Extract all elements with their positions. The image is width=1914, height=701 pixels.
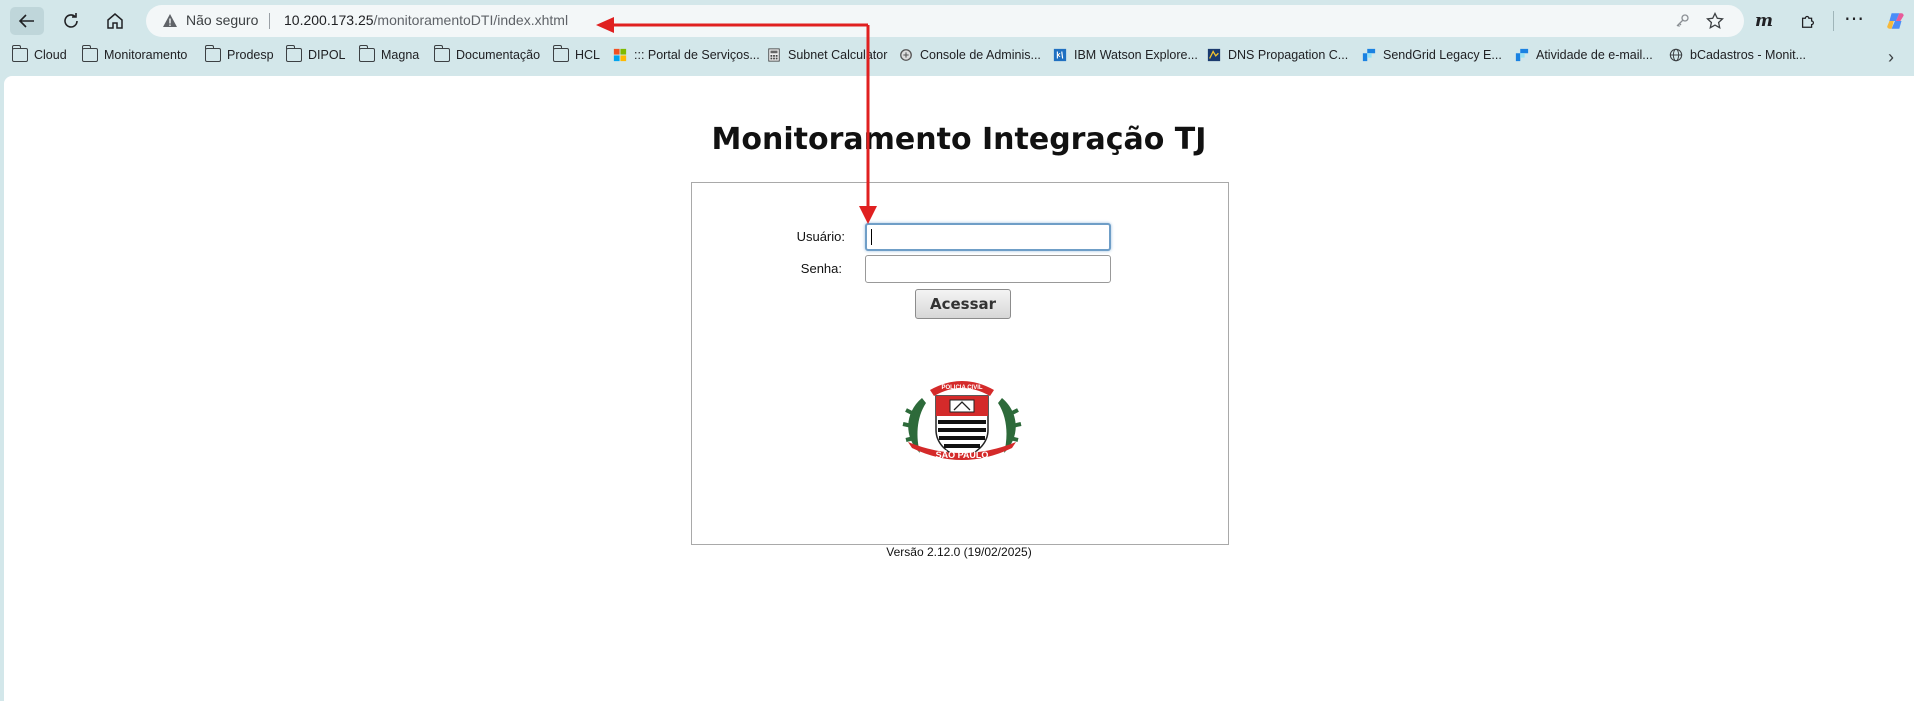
bookmark-label: Documentação <box>456 48 541 62</box>
folder-icon <box>433 45 450 62</box>
bookmark-sendgrid-legacy[interactable]: SendGrid Legacy E... <box>1361 48 1502 62</box>
bookmark-label: Magna <box>381 48 420 62</box>
browser-toolbar: Não seguro 10.200.173.25/monitoramentoDT… <box>0 0 1914 42</box>
key-icon[interactable] <box>1674 13 1690 29</box>
url-path: /monitoramentoDTI/index.xhtml <box>373 12 569 28</box>
puzzle-icon <box>1801 15 1815 28</box>
globe-icon <box>1669 48 1683 62</box>
bookmark-label: Atividade de e-mail... <box>1536 48 1653 62</box>
ibm-icon <box>1053 48 1067 62</box>
url-text[interactable]: 10.200.173.25/monitoramentoDTI/index.xht… <box>284 12 568 28</box>
bookmark-console-admin[interactable]: Console de Adminis... <box>898 48 1041 62</box>
more-menu-icon[interactable]: ⋯ <box>1842 6 1866 30</box>
bookmark-portal-servicos[interactable]: ::: Portal de Serviços... <box>612 48 760 62</box>
bookmark-label: bCadastros - Monit... <box>1690 48 1807 62</box>
login-form: Usuário: Senha: Acessar POLICIA CIVIL SÃ… <box>691 182 1229 545</box>
bookmark-cloud[interactable]: Cloud <box>11 45 67 62</box>
back-button[interactable] <box>10 7 44 35</box>
folder-icon <box>11 45 28 62</box>
page-title: Monitoramento Integração TJ <box>711 122 1207 157</box>
page-content: Monitoramento Integração TJ Usuário: Sen… <box>4 76 1914 701</box>
folder-icon <box>285 45 302 62</box>
bookmark-label: Monitoramento <box>104 48 188 62</box>
reload-button[interactable] <box>54 7 88 35</box>
address-bar[interactable]: Não seguro 10.200.173.25/monitoramentoDT… <box>146 5 1744 37</box>
bookmark-label: Subnet Calculator <box>788 48 888 62</box>
dns-icon <box>1207 48 1221 62</box>
copilot-m-icon[interactable]: m <box>1752 9 1776 33</box>
text-caret <box>871 229 872 245</box>
bookmark-label: SendGrid Legacy E... <box>1383 48 1502 62</box>
toolbar-divider <box>1833 11 1834 31</box>
folder-icon <box>552 45 569 62</box>
bookmark-label: Cloud <box>34 48 67 62</box>
calculator-icon <box>768 48 780 62</box>
home-button[interactable] <box>98 7 132 35</box>
extensions-icon[interactable] <box>1796 9 1820 33</box>
emblem-top-text: POLICIA CIVIL <box>941 385 982 391</box>
bookmark-hcl[interactable]: HCL <box>552 45 601 62</box>
login-button[interactable]: Acessar <box>915 289 1011 319</box>
folder-icon <box>81 45 98 62</box>
warning-icon[interactable] <box>162 13 178 29</box>
username-label: Usuário: <box>796 229 845 244</box>
bookmark-documentacao[interactable]: Documentação <box>433 45 541 62</box>
folder-icon <box>358 45 375 62</box>
password-label: Senha: <box>800 261 842 276</box>
sendgrid-icon <box>1515 48 1529 62</box>
bookmark-label: HCL <box>575 48 601 62</box>
bookmark-magna[interactable]: Magna <box>358 45 420 62</box>
copilot-icon[interactable] <box>1884 9 1908 33</box>
star-icon[interactable] <box>1706 12 1724 30</box>
bookmark-label: Prodesp <box>227 48 274 62</box>
bookmark-bcadastros[interactable]: bCadastros - Monit... <box>1668 48 1806 62</box>
bookmarks-bar: Cloud Monitoramento Prodesp DIPOL Magna … <box>0 42 1914 72</box>
username-input[interactable] <box>865 223 1111 251</box>
bookmark-label: IBM Watson Explore... <box>1074 48 1198 62</box>
chevron-right-icon[interactable]: › <box>1888 47 1894 68</box>
console-icon <box>900 49 912 61</box>
windows-logo-icon <box>613 48 627 62</box>
bookmark-dns-propagation[interactable]: DNS Propagation C... <box>1206 48 1348 62</box>
folder-icon <box>204 45 221 62</box>
url-host: 10.200.173.25 <box>284 12 374 28</box>
bookmark-label: DNS Propagation C... <box>1228 48 1349 62</box>
sendgrid-icon <box>1362 48 1376 62</box>
emblem-bottom-text: SÃO PAULO <box>936 450 989 460</box>
version-text: Versão 2.12.0 (19/02/2025) <box>886 545 1032 559</box>
policia-civil-emblem: POLICIA CIVIL SÃO PAULO <box>902 381 1022 460</box>
bookmark-subnet-calculator[interactable]: Subnet Calculator <box>766 48 887 62</box>
bookmark-label: Console de Adminis... <box>920 48 1041 62</box>
bookmark-monitoramento[interactable]: Monitoramento <box>81 45 188 62</box>
arrow-left-icon <box>18 14 34 28</box>
reload-icon <box>64 13 78 28</box>
address-separator <box>269 13 270 29</box>
security-label[interactable]: Não seguro <box>186 12 258 28</box>
home-icon <box>107 13 123 29</box>
bookmark-prodesp[interactable]: Prodesp <box>204 45 274 62</box>
bookmark-label: ::: Portal de Serviços... <box>634 48 760 62</box>
password-input[interactable] <box>865 255 1111 283</box>
bookmark-ibm-watson[interactable]: IBM Watson Explore... <box>1052 48 1198 62</box>
bookmark-label: DIPOL <box>308 48 346 62</box>
copilot-logo-icon <box>1887 13 1904 29</box>
bookmark-dipol[interactable]: DIPOL <box>285 45 346 62</box>
bookmark-atividade-email[interactable]: Atividade de e-mail... <box>1514 48 1653 62</box>
